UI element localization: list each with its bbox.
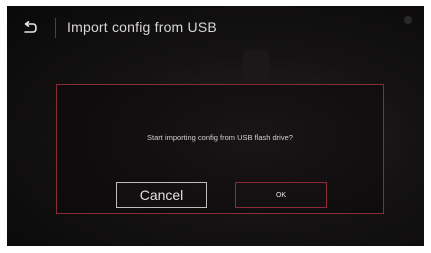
page-title: Import config from USB	[67, 19, 217, 35]
header-bar: Import config from USB	[7, 6, 424, 50]
ok-button[interactable]: OK	[235, 182, 327, 208]
status-indicator	[404, 16, 412, 24]
screen: Import config from USB Start importing c…	[7, 6, 424, 246]
header-divider	[55, 18, 56, 38]
cancel-button[interactable]: Cancel	[116, 182, 207, 208]
background-decoration	[243, 50, 269, 80]
dialog-message: Start importing config from USB flash dr…	[147, 133, 293, 142]
back-button[interactable]	[17, 15, 43, 41]
confirm-dialog: Start importing config from USB flash dr…	[56, 84, 384, 214]
back-arrow-icon	[24, 21, 37, 33]
